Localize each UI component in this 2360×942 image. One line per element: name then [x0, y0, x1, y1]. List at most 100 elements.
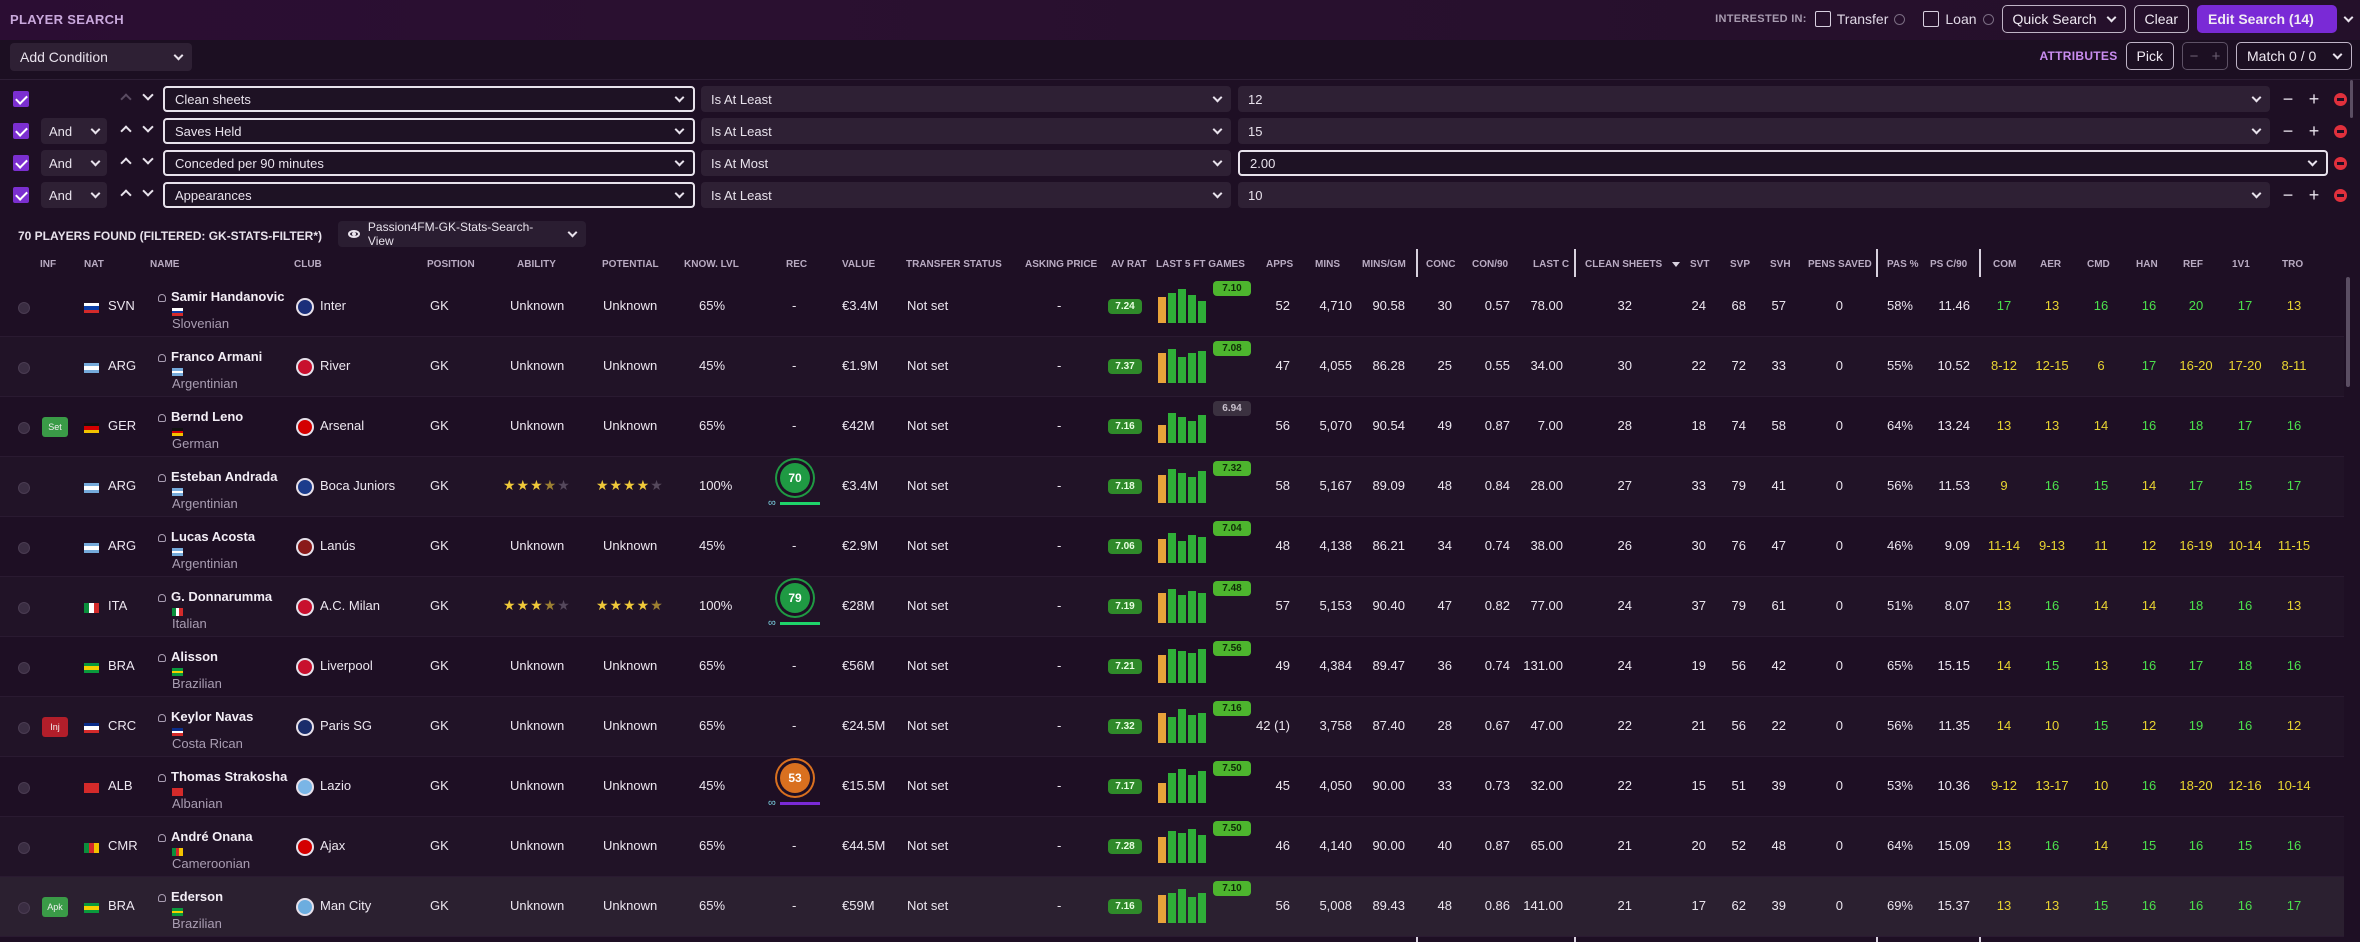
column-header-know[interactable]: KNOW. LVL [684, 259, 739, 270]
move-up-icon[interactable] [120, 189, 132, 201]
condition-checkbox[interactable] [13, 91, 29, 107]
club-link[interactable]: Paris SG [320, 718, 372, 733]
add-condition-dropdown[interactable]: Add Condition [10, 43, 192, 71]
player-name-link[interactable]: Keylor Navas [158, 709, 253, 724]
column-header-svp[interactable]: SVP [1730, 259, 1750, 270]
club-link[interactable]: Inter [320, 298, 346, 313]
column-header-com[interactable]: COM [1993, 259, 2016, 270]
column-header-ability[interactable]: ABILITY [517, 259, 556, 270]
remove-condition-icon[interactable] [2334, 93, 2347, 106]
transfer-option[interactable]: Transfer [1814, 11, 1906, 27]
row-select-toggle[interactable] [18, 602, 30, 614]
player-name-link[interactable]: Esteban Andrada [158, 469, 277, 484]
column-header-asking[interactable]: ASKING PRICE [1025, 259, 1097, 270]
condition-operator-select[interactable]: Is At Least [701, 118, 1231, 144]
player-name-link[interactable]: Franco Armani [158, 349, 262, 364]
table-row[interactable]: Set GER Bernd Leno German Arsenal GK Unknown Un… [0, 397, 2344, 457]
move-up-icon[interactable] [120, 125, 132, 137]
table-scrollbar[interactable] [2346, 277, 2350, 387]
player-name-link[interactable]: Thomas Strakosha [158, 769, 287, 784]
move-down-icon[interactable] [142, 121, 154, 133]
club-link[interactable]: Arsenal [320, 418, 364, 433]
club-link[interactable]: Lazio [320, 778, 351, 793]
table-row[interactable]: ALB Thomas Strakosha Albanian Lazio GK Unknow… [0, 757, 2344, 817]
edit-search-button[interactable]: Edit Search (14) [2197, 5, 2337, 33]
increment-button[interactable]: + [2301, 121, 2327, 142]
player-name-link[interactable]: Bernd Leno [158, 409, 243, 424]
loan-option[interactable]: Loan [1923, 11, 1994, 27]
column-header-mins[interactable]: MINS [1315, 259, 1340, 270]
condition-value-select[interactable]: 10 [1238, 182, 2270, 208]
column-header-last5[interactable]: LAST 5 FT GAMES [1156, 259, 1245, 270]
table-row[interactable]: BRA Alisson Brazilian Liverpool GK Unknown Unk… [0, 637, 2344, 697]
remove-condition-icon[interactable] [2334, 125, 2347, 138]
column-header-psc[interactable]: PS C/90 [1930, 259, 1967, 270]
condition-attribute-select[interactable]: Conceded per 90 minutes [163, 150, 695, 176]
row-select-toggle[interactable] [18, 782, 30, 794]
column-header-nat[interactable]: NAT [84, 259, 104, 270]
row-select-toggle[interactable] [18, 482, 30, 494]
remove-condition-icon[interactable] [2334, 157, 2347, 170]
minus-button[interactable]: − [2183, 43, 2205, 69]
condition-value-select[interactable]: 2.00 [1238, 150, 2328, 176]
column-header-svt[interactable]: SVT [1690, 259, 1709, 270]
table-row[interactable]: Inj CRC Keylor Navas Costa Rican Paris SG GK U… [0, 697, 2344, 757]
row-select-toggle[interactable] [18, 542, 30, 554]
increment-button[interactable]: + [2301, 185, 2327, 206]
row-select-toggle[interactable] [18, 842, 30, 854]
column-header-potential[interactable]: POTENTIAL [602, 259, 659, 270]
plus-button[interactable]: + [2205, 43, 2227, 69]
pick-button[interactable]: Pick [2125, 42, 2174, 70]
condition-attribute-select[interactable]: Saves Held [163, 118, 695, 144]
column-header-pas[interactable]: PAS % [1887, 259, 1919, 270]
condition-attribute-select[interactable]: Appearances [163, 182, 695, 208]
row-select-toggle[interactable] [18, 422, 30, 434]
row-select-toggle[interactable] [18, 722, 30, 734]
column-header-tro[interactable]: TRO [2282, 259, 2303, 270]
column-header-svh[interactable]: SVH [1770, 259, 1791, 270]
move-down-icon[interactable] [142, 185, 154, 197]
condition-checkbox[interactable] [13, 187, 29, 203]
club-link[interactable]: River [320, 358, 350, 373]
condition-value-select[interactable]: 15 [1238, 118, 2270, 144]
player-name-link[interactable]: André Onana [158, 829, 253, 844]
row-select-toggle[interactable] [18, 662, 30, 674]
decrement-button[interactable]: − [2275, 89, 2301, 110]
sort-descending-icon[interactable] [1672, 262, 1680, 267]
condition-attribute-select[interactable]: Clean sheets [163, 86, 695, 112]
move-down-icon[interactable] [142, 89, 154, 101]
club-link[interactable]: Ajax [320, 838, 345, 853]
table-row[interactable]: SVN Samir Handanovic Slovenian Inter GK Unkno… [0, 277, 2344, 337]
joiner-select[interactable]: And [41, 118, 107, 144]
player-name-link[interactable]: Samir Handanovic [158, 289, 284, 304]
column-header-minsgm[interactable]: MINS/GM [1362, 259, 1406, 270]
player-name-link[interactable]: G. Donnarumma [158, 589, 272, 604]
condition-operator-select[interactable]: Is At Most [701, 150, 1231, 176]
column-header-han[interactable]: HAN [2136, 259, 2158, 270]
clear-button[interactable]: Clear [2133, 5, 2189, 33]
joiner-select[interactable]: And [41, 150, 107, 176]
loan-checkbox[interactable] [1923, 11, 1940, 27]
player-name-link[interactable]: Alisson [158, 649, 218, 664]
quick-search-dropdown[interactable]: Quick Search [2001, 5, 2126, 33]
column-header-name[interactable]: NAME [150, 259, 179, 270]
table-row[interactable]: ITA G. Donnarumma Italian A.C. Milan GK ★★★★★… [0, 577, 2344, 637]
column-header-club[interactable]: CLUB [294, 259, 322, 270]
condition-value-select[interactable]: 12 [1238, 86, 2270, 112]
condition-operator-select[interactable]: Is At Least [701, 182, 1231, 208]
decrement-button[interactable]: − [2275, 121, 2301, 142]
column-header-value[interactable]: VALUE [842, 259, 875, 270]
column-header-rec[interactable]: REC [786, 259, 807, 270]
info-icon[interactable] [1894, 13, 1906, 25]
column-header-aer[interactable]: AER [2040, 259, 2061, 270]
match-dropdown[interactable]: Match 0 / 0 [2236, 42, 2352, 70]
club-link[interactable]: A.C. Milan [320, 598, 380, 613]
info-icon[interactable] [1982, 13, 1994, 25]
increment-button[interactable]: + [2301, 89, 2327, 110]
column-header-cs[interactable]: CLEAN SHEETS [1585, 259, 1662, 270]
condition-checkbox[interactable] [13, 123, 29, 139]
move-up-icon[interactable] [120, 93, 132, 105]
row-select-toggle[interactable] [18, 362, 30, 374]
column-header-cmd[interactable]: CMD [2087, 259, 2110, 270]
column-header-position[interactable]: POSITION [427, 259, 475, 270]
